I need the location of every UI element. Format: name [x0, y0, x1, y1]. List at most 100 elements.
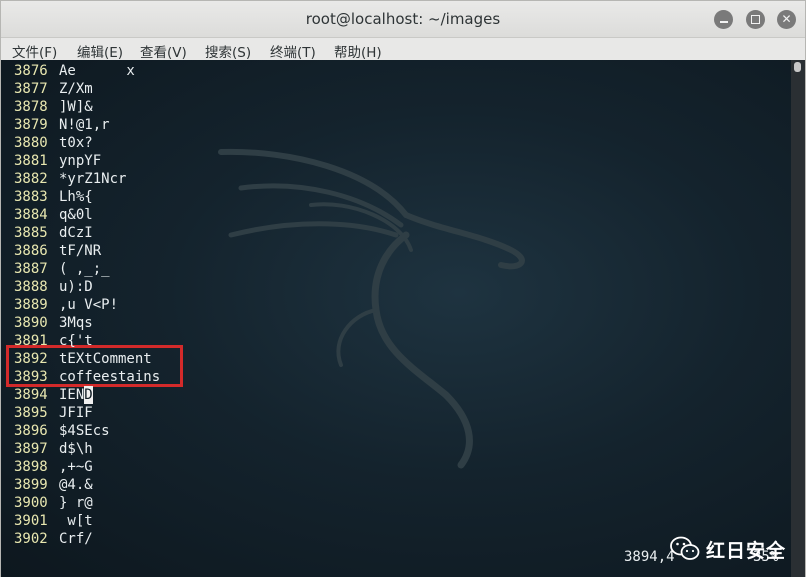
terminal-line: 3879 N!@1,r [1, 116, 781, 134]
line-text: w[t [59, 512, 93, 530]
line-number: 3900 [14, 495, 48, 511]
line-text: ( ,_;_ [59, 260, 110, 278]
terminal-line: 3881 ynpYF [1, 152, 781, 170]
line-text: $4SEcs [59, 422, 110, 440]
line-number: 3898 [14, 459, 48, 475]
line-number: 3890 [14, 315, 48, 331]
title-bar[interactable]: root@localhost: ~/images ✕ [1, 1, 805, 38]
line-content: JFIF [59, 405, 93, 421]
line-content: q&0l [59, 207, 93, 223]
line-number: 3885 [14, 225, 48, 241]
terminal-area[interactable]: 3876 Ae x 3877 Z/Xm 3878]W]& 3879 N!@1,r 3880 t0… [1, 60, 791, 577]
line-content: dCzI [59, 225, 93, 241]
line-content: c{'t [59, 333, 93, 349]
line-number: 3896 [14, 423, 48, 439]
line-content: *yrZ1Ncr [59, 171, 127, 187]
window-title: root@localhost: ~/images [305, 10, 501, 28]
terminal-line: 3885 dCzI [1, 224, 781, 242]
line-text: Ae x [59, 62, 135, 80]
line-text: ,u V<P! [59, 296, 118, 314]
line-number: 3897 [14, 441, 48, 457]
line-text: N!@1,r [59, 116, 110, 134]
line-content: $4SEcs [59, 423, 110, 439]
terminal-line: 3890 3Mqs [1, 314, 781, 332]
line-content: tF/NR [59, 243, 102, 259]
line-text: c{'t [59, 332, 93, 350]
terminal-line: 3891 c{'t [1, 332, 781, 350]
menu-edit[interactable]: 编辑(E) [77, 41, 123, 61]
line-number: 3902 [14, 531, 48, 547]
line-content: u):D [59, 279, 93, 295]
terminal-line: 3883 Lh%{ [1, 188, 781, 206]
terminal-window: root@localhost: ~/images ✕ 文件(F) 编辑(E) 查… [0, 0, 806, 577]
text-cursor: D [84, 386, 93, 404]
terminal-line: 3894 IEND [1, 386, 781, 404]
scrollbar[interactable] [791, 60, 805, 577]
maximize-icon [751, 15, 760, 24]
maximize-button[interactable] [746, 10, 765, 29]
line-text: ,+~G [59, 458, 93, 476]
terminal-line: 3900} r@ [1, 494, 781, 512]
line-number: 3901 [14, 513, 48, 529]
line-content: coffeestains [59, 369, 161, 385]
line-number: 3895 [14, 405, 48, 421]
line-content: 3Mqs [59, 315, 93, 331]
close-button[interactable]: ✕ [777, 10, 796, 29]
terminal-line: 3878 ]W]& [1, 98, 781, 116]
terminal-line: 3902 Crf/ [1, 530, 781, 548]
terminal-line: 3893 coffeestains [1, 368, 781, 386]
terminal-line: 3892 tEXtComment [1, 350, 781, 368]
line-number: 3899 [14, 477, 48, 493]
line-content: d$\h [59, 441, 93, 457]
menu-file[interactable]: 文件(F) [12, 41, 57, 61]
terminal-line: 3884 q&0l [1, 206, 781, 224]
watermark-text: 红日安全 [706, 539, 787, 562]
line-text: Z/Xm [59, 80, 93, 98]
line-number: 3889 [14, 297, 48, 313]
line-content: N!@1,r [59, 117, 110, 133]
line-content: w[t [59, 513, 93, 529]
line-content: ,+~G [59, 459, 93, 475]
menu-terminal[interactable]: 终端(T) [270, 41, 316, 61]
line-text: u):D [59, 278, 93, 296]
line-text: Lh%{ [59, 188, 93, 206]
line-text: ynpYF [59, 152, 101, 170]
line-content: Lh%{ [59, 189, 93, 205]
line-text: tEXtComment [59, 350, 152, 368]
line-number: 3886 [14, 243, 48, 259]
line-number: 3878 [14, 99, 48, 115]
terminal-line: 3889 ,u V<P! [1, 296, 781, 314]
scrollbar-thumb[interactable] [794, 62, 801, 72]
line-content: ,u V<P! [59, 297, 119, 313]
watermark: 红日安全 [670, 532, 786, 566]
line-number: 3888 [14, 279, 48, 295]
status-position: 3894,4 [624, 549, 675, 565]
line-content: t0x? [59, 135, 93, 151]
line-number: 3876 [14, 63, 48, 79]
line-number: 3884 [14, 207, 48, 223]
line-text: t0x? [59, 134, 93, 152]
terminal-line: 3887 ( ,_;_ [1, 260, 781, 278]
terminal-line: 3899 @4.& [1, 476, 781, 494]
line-content: @4.& [59, 477, 93, 493]
line-content: Crf/ [59, 531, 93, 547]
terminal-line: 3888 u):D [1, 278, 781, 296]
line-number: 3881 [14, 153, 48, 169]
line-number: 3880 [14, 135, 48, 151]
menu-help[interactable]: 帮助(H) [334, 41, 382, 61]
menu-view[interactable]: 查看(V) [140, 41, 187, 61]
line-text: Crf/ [59, 530, 93, 548]
line-number: 3891 [14, 333, 48, 349]
line-text: 3Mqs [59, 314, 93, 332]
line-content: Z/Xm [59, 81, 93, 97]
menu-bar: 文件(F) 编辑(E) 查看(V) 搜索(S) 终端(T) 帮助(H) [1, 38, 805, 61]
line-content: ]W]& [59, 99, 93, 115]
terminal-line: 3901 w[t [1, 512, 781, 530]
terminal-line: 3898 ,+~G [1, 458, 781, 476]
terminal-line: 3895 JFIF [1, 404, 781, 422]
terminal-line: 3896 $4SEcs [1, 422, 781, 440]
minimize-button[interactable] [714, 10, 733, 29]
line-content: Ae x [59, 63, 135, 79]
menu-search[interactable]: 搜索(S) [205, 41, 251, 61]
terminal-line: 3897 d$\h [1, 440, 781, 458]
